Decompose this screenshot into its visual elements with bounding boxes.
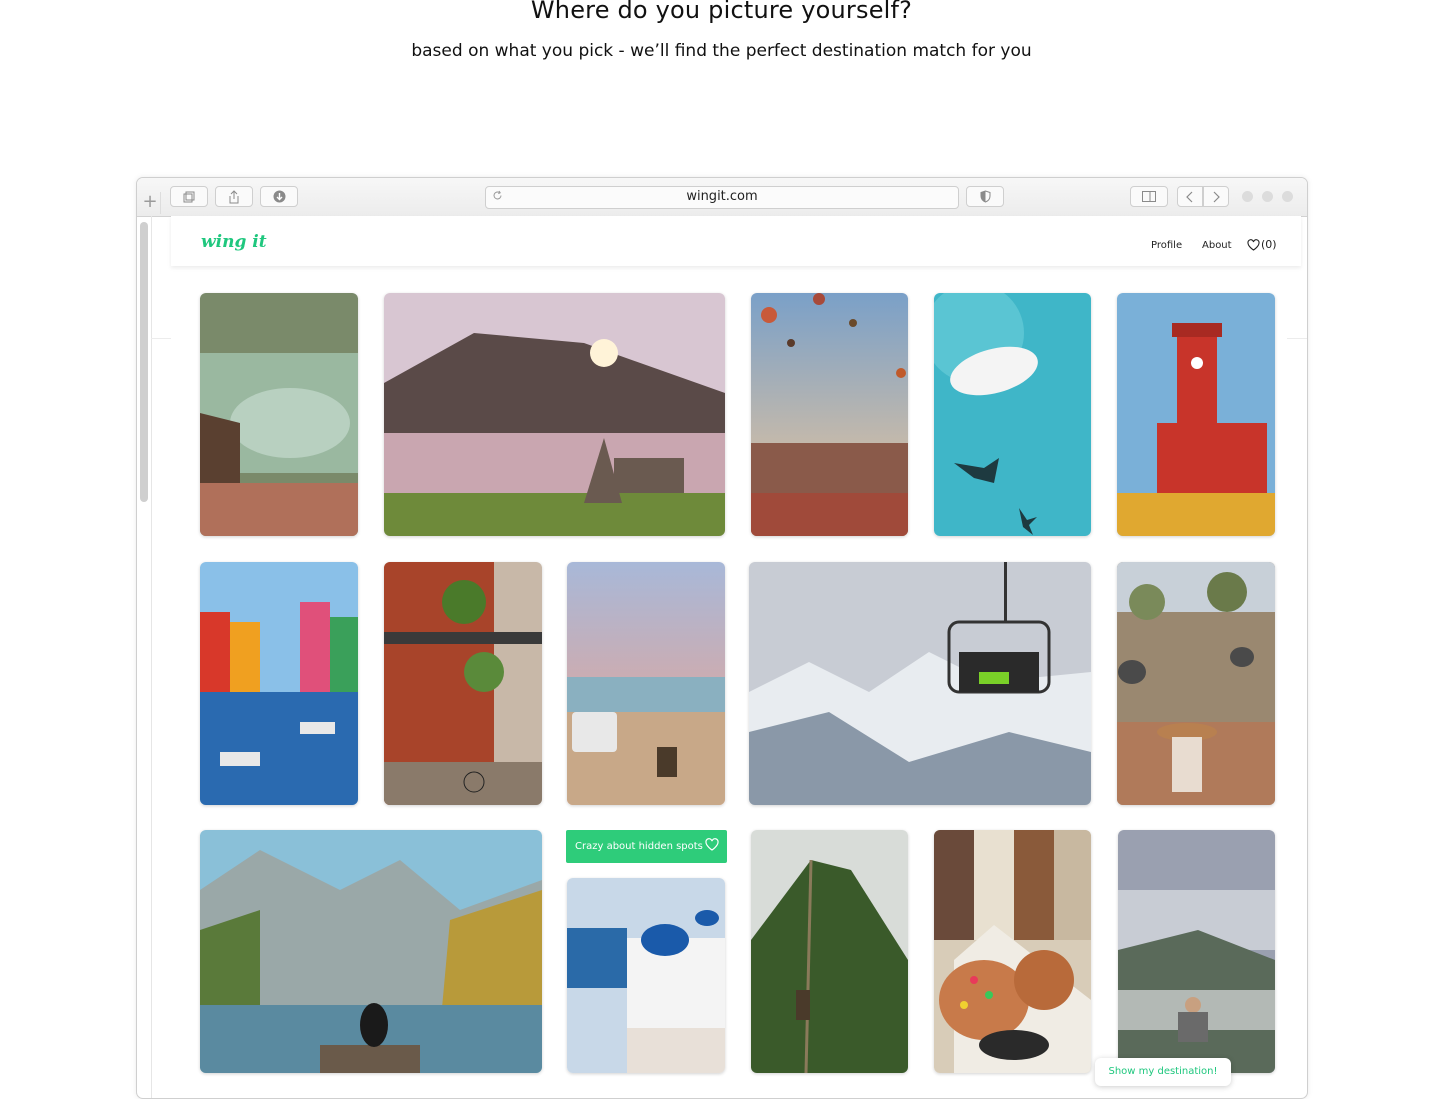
divider xyxy=(151,338,171,339)
url-text: wingit.com xyxy=(686,189,758,204)
photo-canal-houses-waffle[interactable] xyxy=(934,830,1091,1073)
heart-outline-icon[interactable] xyxy=(705,838,719,851)
hero-title: Where do you picture yourself? xyxy=(530,0,913,24)
photo-cenote-pool[interactable] xyxy=(200,293,358,536)
divider xyxy=(1287,338,1307,339)
window-dot[interactable] xyxy=(1282,191,1293,202)
nav-about[interactable]: About xyxy=(1202,240,1232,251)
favorites-link[interactable]: (0) xyxy=(1247,238,1277,251)
site-header: wing it Profile About (0) xyxy=(171,216,1301,266)
photo-red-palace[interactable] xyxy=(1117,293,1275,536)
share-icon[interactable] xyxy=(215,186,253,207)
photo-hot-air-balloons[interactable] xyxy=(751,293,908,536)
photo-boat-shark-aerial[interactable] xyxy=(934,293,1091,536)
window-dot[interactable] xyxy=(1262,191,1273,202)
back-icon[interactable] xyxy=(1177,186,1203,207)
photo-mountain-stairs[interactable] xyxy=(751,830,908,1073)
shield-icon[interactable] xyxy=(966,186,1004,207)
photo-balcony-street[interactable] xyxy=(384,562,542,805)
tabs-icon[interactable] xyxy=(170,186,208,207)
photo-van-beach-sunset[interactable] xyxy=(567,562,725,805)
browser-toolbar: + wingit.com xyxy=(137,178,1307,217)
favorites-count: (0) xyxy=(1261,238,1277,251)
browser-window: + wingit.com wing it Profile About (0) C… xyxy=(136,177,1308,1099)
photo-fjord-lake-person[interactable] xyxy=(200,830,542,1073)
hidden-spots-tag[interactable]: Crazy about hidden spots xyxy=(566,830,727,863)
photo-ski-chairlift-mountains[interactable] xyxy=(749,562,1091,805)
site-logo[interactable]: wing it xyxy=(201,232,267,252)
hidden-spots-label: Crazy about hidden spots xyxy=(575,841,703,852)
download-icon[interactable] xyxy=(260,186,298,207)
address-bar[interactable]: wingit.com xyxy=(485,186,959,209)
scroll-track xyxy=(151,216,152,1098)
forward-icon[interactable] xyxy=(1203,186,1229,207)
heart-icon xyxy=(1247,238,1260,251)
hero-subtitle: based on what you pick - we’ll find the … xyxy=(411,41,1032,61)
photo-lake-cabin-sunset[interactable] xyxy=(384,293,725,536)
photo-cloudy-mountain-hiker[interactable] xyxy=(1118,830,1275,1073)
window-dot[interactable] xyxy=(1242,191,1253,202)
scrollbar-thumb[interactable] xyxy=(140,222,148,502)
photo-santorini-domes[interactable] xyxy=(567,878,725,1073)
photo-elephants-safari[interactable] xyxy=(1117,562,1275,805)
photo-colorful-canal-houses[interactable] xyxy=(200,562,358,805)
nav-profile[interactable]: Profile xyxy=(1151,240,1182,251)
new-tab-icon[interactable]: + xyxy=(140,192,161,214)
sidebar-icon[interactable] xyxy=(1130,186,1168,207)
